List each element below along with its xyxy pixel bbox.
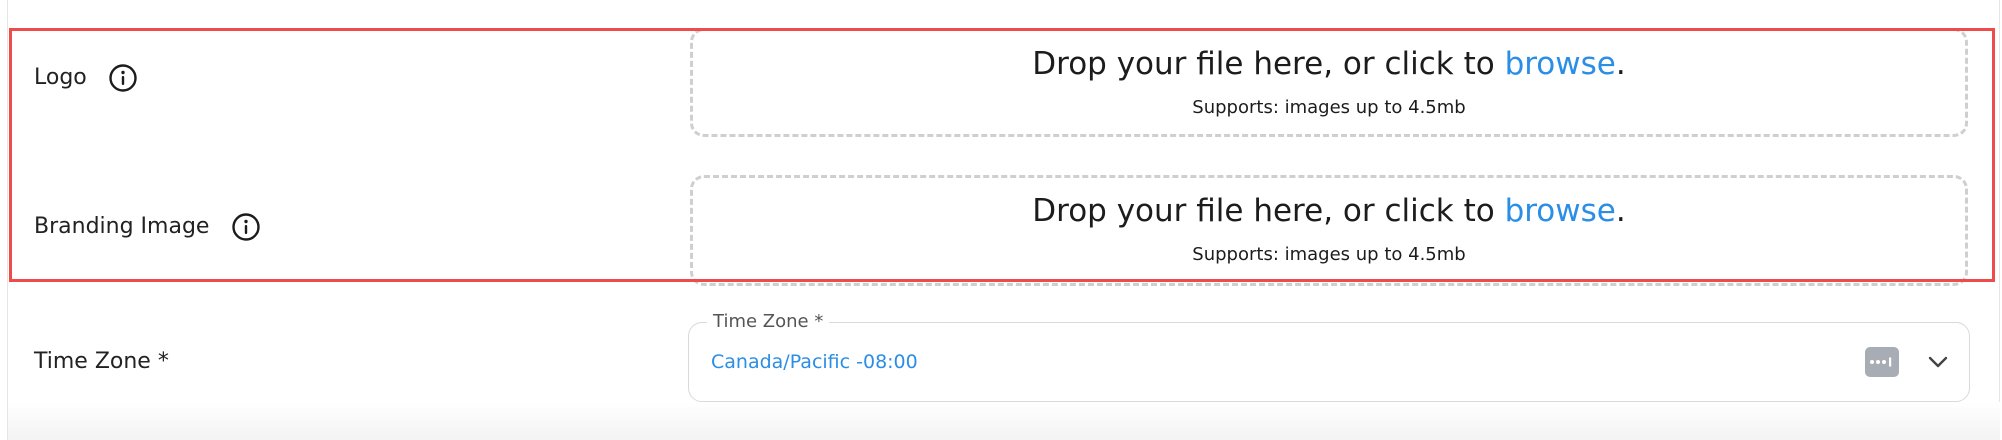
logo-dropzone[interactable]: Drop your file here, or click to browse.…	[690, 28, 1968, 137]
logo-label: Logo	[34, 65, 87, 90]
dropzone-prompt-text: Drop your file here, or click to	[1032, 46, 1505, 82]
dropzone-support-text: Supports: images up to 4.5mb	[1192, 244, 1466, 265]
time-zone-label: Time Zone *	[34, 349, 169, 374]
dropzone-prompt-text: Drop your file here, or click to	[1032, 193, 1505, 229]
time-zone-field-legend: Time Zone *	[707, 310, 830, 334]
info-icon[interactable]	[107, 62, 139, 94]
dropzone-support-text: Supports: images up to 4.5mb	[1192, 97, 1466, 118]
dropzone-prompt-suffix: .	[1615, 46, 1626, 82]
time-zone-row-label: Time Zone *	[34, 348, 169, 376]
time-zone-value: Canada/Pacific -08:00	[711, 351, 918, 373]
browse-link[interactable]: browse	[1505, 193, 1616, 229]
time-zone-select[interactable]: Time Zone * Canada/Pacific -08:00	[688, 310, 1970, 402]
card-bottom-shadow	[8, 402, 2000, 440]
dropzone-prompt-suffix: .	[1615, 193, 1626, 229]
branding-image-row-label: Branding Image	[34, 211, 262, 243]
settings-form-page: Logo Drop your file here, or click to br…	[0, 0, 2002, 440]
info-icon[interactable]	[230, 211, 262, 243]
branding-image-label: Branding Image	[34, 214, 210, 239]
browse-link[interactable]: browse	[1505, 46, 1616, 82]
logo-row-label: Logo	[34, 62, 139, 94]
dropzone-prompt: Drop your file here, or click to browse.	[693, 44, 1965, 84]
dropzone-prompt: Drop your file here, or click to browse.	[693, 191, 1965, 231]
password-manager-icon[interactable]	[1865, 347, 1899, 377]
chevron-down-icon[interactable]	[1923, 347, 1953, 377]
branding-image-dropzone[interactable]: Drop your file here, or click to browse.…	[690, 175, 1968, 286]
